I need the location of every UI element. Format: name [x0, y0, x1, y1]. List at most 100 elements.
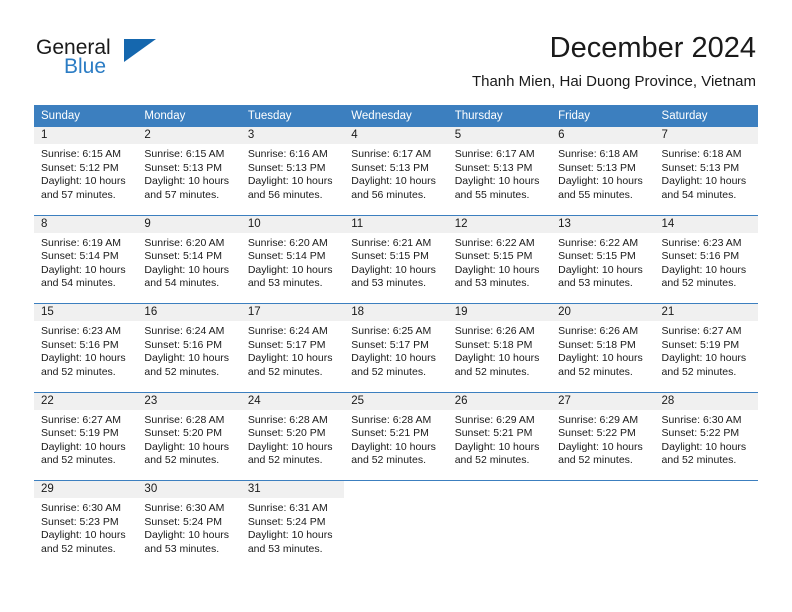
day-cell[interactable]: 18 Sunrise: 6:25 AM Sunset: 5:17 PM Dayl… [344, 304, 448, 392]
day-cell[interactable]: 3 Sunrise: 6:16 AM Sunset: 5:13 PM Dayli… [240, 127, 345, 215]
day-cell[interactable]: 15 Sunrise: 6:23 AM Sunset: 5:16 PM Dayl… [34, 304, 138, 392]
sunset-text: Sunset: 5:14 PM [41, 250, 119, 263]
day-info: Sunrise: 6:30 AM Sunset: 5:22 PM Dayligh… [655, 410, 758, 468]
day-cell[interactable]: 25 Sunrise: 6:28 AM Sunset: 5:21 PM Dayl… [344, 392, 448, 481]
day-cell[interactable]: 4 Sunrise: 6:17 AM Sunset: 5:13 PM Dayli… [344, 127, 448, 215]
week-row: 22 Sunrise: 6:27 AM Sunset: 5:19 PM Dayl… [34, 391, 758, 481]
day-cell[interactable]: 26 Sunrise: 6:29 AM Sunset: 5:21 PM Dayl… [447, 392, 552, 481]
day-info: Sunrise: 6:15 AM Sunset: 5:12 PM Dayligh… [34, 144, 137, 202]
daylight-text: Daylight: 10 hours and 52 minutes. [661, 263, 747, 290]
day-number: 15 [34, 304, 138, 321]
sunset-text: Sunset: 5:19 PM [661, 338, 740, 351]
brand-logo[interactable]: General Blue [36, 36, 216, 84]
day-number: 19 [447, 304, 552, 321]
daylight-text: Daylight: 10 hours and 52 minutes. [661, 440, 747, 467]
day-cell[interactable]: 8 Sunrise: 6:19 AM Sunset: 5:14 PM Dayli… [34, 215, 138, 304]
sunset-text: Sunset: 5:20 PM [144, 427, 223, 440]
day-info: Sunrise: 6:24 AM Sunset: 5:17 PM Dayligh… [241, 321, 344, 379]
sunrise-text: Sunrise: 6:17 AM [351, 148, 432, 160]
daylight-text: Daylight: 10 hours and 53 minutes. [454, 263, 540, 290]
day-info: Sunrise: 6:17 AM Sunset: 5:13 PM Dayligh… [448, 144, 551, 202]
daylight-text: Daylight: 10 hours and 52 minutes. [247, 352, 333, 378]
sunset-text: Sunset: 5:16 PM [144, 338, 223, 351]
day-cell[interactable]: 1 Sunrise: 6:15 AM Sunset: 5:12 PM Dayli… [34, 127, 138, 215]
daylight-text: Daylight: 10 hours and 52 minutes. [454, 352, 540, 378]
daylight-text: Daylight: 10 hours and 52 minutes. [144, 352, 230, 378]
day-info: Sunrise: 6:18 AM Sunset: 5:13 PM Dayligh… [551, 144, 654, 202]
day-cell-empty [551, 481, 654, 569]
location-subtitle: Thanh Mien, Hai Duong Province, Vietnam [471, 73, 756, 90]
sunrise-text: Sunrise: 6:30 AM [661, 413, 742, 426]
daylight-text: Daylight: 10 hours and 52 minutes. [144, 440, 230, 467]
day-cell[interactable]: 11 Sunrise: 6:21 AM Sunset: 5:15 PM Dayl… [344, 215, 448, 304]
day-cell-empty [344, 481, 447, 569]
day-cell-empty [448, 481, 551, 569]
daylight-text: Daylight: 10 hours and 52 minutes. [558, 352, 643, 378]
day-cell[interactable]: 7 Sunrise: 6:18 AM Sunset: 5:13 PM Dayli… [654, 127, 758, 215]
week-row: 1 Sunrise: 6:15 AM Sunset: 5:12 PM Dayli… [34, 126, 758, 215]
sunset-text: Sunset: 5:12 PM [41, 161, 119, 174]
sunset-text: Sunset: 5:18 PM [558, 338, 636, 351]
sunrise-text: Sunrise: 6:20 AM [144, 236, 225, 249]
sunrise-text: Sunrise: 6:22 AM [558, 236, 639, 249]
day-cell[interactable]: 30 Sunrise: 6:30 AM Sunset: 5:24 PM Dayl… [137, 481, 241, 569]
day-info: Sunrise: 6:19 AM Sunset: 5:14 PM Dayligh… [34, 233, 137, 291]
day-number: 28 [654, 392, 758, 410]
sunset-text: Sunset: 5:15 PM [558, 250, 636, 263]
day-cell[interactable]: 5 Sunrise: 6:17 AM Sunset: 5:13 PM Dayli… [447, 127, 552, 215]
day-cell[interactable]: 31 Sunrise: 6:31 AM Sunset: 5:24 PM Dayl… [240, 481, 345, 569]
day-cell[interactable]: 27 Sunrise: 6:29 AM Sunset: 5:22 PM Dayl… [551, 392, 655, 481]
weekday-header-sunday: Sunday [41, 110, 81, 122]
sunset-text: Sunset: 5:15 PM [454, 250, 533, 263]
day-cell[interactable]: 14 Sunrise: 6:23 AM Sunset: 5:16 PM Dayl… [654, 215, 758, 304]
day-cell[interactable]: 19 Sunrise: 6:26 AM Sunset: 5:18 PM Dayl… [447, 304, 552, 392]
sunrise-text: Sunrise: 6:24 AM [144, 325, 225, 337]
page-header: General Blue December 2024 Thanh Mien, H… [0, 0, 792, 100]
daylight-text: Daylight: 10 hours and 56 minutes. [247, 175, 333, 201]
sunrise-text: Sunrise: 6:15 AM [41, 148, 121, 160]
day-number: 6 [551, 127, 655, 144]
day-cell[interactable]: 16 Sunrise: 6:24 AM Sunset: 5:16 PM Dayl… [137, 304, 241, 392]
day-cell[interactable]: 17 Sunrise: 6:24 AM Sunset: 5:17 PM Dayl… [240, 304, 345, 392]
sunset-text: Sunset: 5:21 PM [454, 427, 533, 440]
day-info: Sunrise: 6:18 AM Sunset: 5:13 PM Dayligh… [655, 144, 758, 202]
day-cell[interactable]: 28 Sunrise: 6:30 AM Sunset: 5:22 PM Dayl… [654, 392, 758, 481]
sunrise-text: Sunrise: 6:17 AM [454, 148, 535, 160]
day-cell[interactable]: 29 Sunrise: 6:30 AM Sunset: 5:23 PM Dayl… [34, 481, 138, 569]
sunset-text: Sunset: 5:21 PM [351, 427, 429, 440]
daylight-text: Daylight: 10 hours and 52 minutes. [41, 352, 126, 378]
day-info: Sunrise: 6:27 AM Sunset: 5:19 PM Dayligh… [655, 321, 758, 379]
day-cell[interactable]: 2 Sunrise: 6:15 AM Sunset: 5:13 PM Dayli… [137, 127, 241, 215]
sunrise-text: Sunrise: 6:28 AM [351, 413, 432, 426]
day-info: Sunrise: 6:24 AM Sunset: 5:16 PM Dayligh… [137, 321, 240, 379]
day-cell[interactable]: 20 Sunrise: 6:26 AM Sunset: 5:18 PM Dayl… [551, 304, 655, 392]
day-number: 17 [240, 304, 345, 321]
sunrise-text: Sunrise: 6:15 AM [144, 148, 225, 160]
day-number: 25 [344, 392, 448, 410]
day-cell[interactable]: 24 Sunrise: 6:28 AM Sunset: 5:20 PM Dayl… [240, 392, 345, 481]
sunrise-text: Sunrise: 6:22 AM [454, 236, 535, 249]
day-cell[interactable]: 21 Sunrise: 6:27 AM Sunset: 5:19 PM Dayl… [654, 304, 758, 392]
day-cell[interactable]: 22 Sunrise: 6:27 AM Sunset: 5:19 PM Dayl… [34, 392, 138, 481]
sunrise-text: Sunrise: 6:29 AM [454, 413, 535, 426]
day-cell[interactable]: 23 Sunrise: 6:28 AM Sunset: 5:20 PM Dayl… [137, 392, 241, 481]
sunset-text: Sunset: 5:24 PM [144, 515, 223, 528]
weekday-header-tuesday: Tuesday [247, 110, 292, 122]
day-cell[interactable]: 6 Sunrise: 6:18 AM Sunset: 5:13 PM Dayli… [551, 127, 655, 215]
title-block: December 2024 Thanh Mien, Hai Duong Prov… [472, 30, 756, 93]
day-cell[interactable]: 13 Sunrise: 6:22 AM Sunset: 5:15 PM Dayl… [551, 215, 655, 304]
day-cell[interactable]: 12 Sunrise: 6:22 AM Sunset: 5:15 PM Dayl… [447, 215, 552, 304]
day-number: 3 [240, 127, 345, 144]
day-info: Sunrise: 6:21 AM Sunset: 5:15 PM Dayligh… [344, 233, 447, 291]
day-cell[interactable]: 9 Sunrise: 6:20 AM Sunset: 5:14 PM Dayli… [137, 215, 241, 304]
day-number: 9 [137, 215, 241, 233]
sunset-text: Sunset: 5:17 PM [351, 338, 429, 351]
daylight-text: Daylight: 10 hours and 53 minutes. [247, 263, 333, 290]
day-info: Sunrise: 6:16 AM Sunset: 5:13 PM Dayligh… [241, 144, 344, 202]
day-info: Sunrise: 6:28 AM Sunset: 5:20 PM Dayligh… [241, 410, 344, 468]
sunset-text: Sunset: 5:13 PM [454, 161, 533, 174]
day-cell[interactable]: 10 Sunrise: 6:20 AM Sunset: 5:14 PM Dayl… [240, 215, 345, 304]
sunrise-text: Sunrise: 6:18 AM [558, 148, 639, 160]
weekday-header-wednesday: Wednesday [351, 110, 412, 122]
day-info: Sunrise: 6:28 AM Sunset: 5:20 PM Dayligh… [137, 410, 240, 468]
